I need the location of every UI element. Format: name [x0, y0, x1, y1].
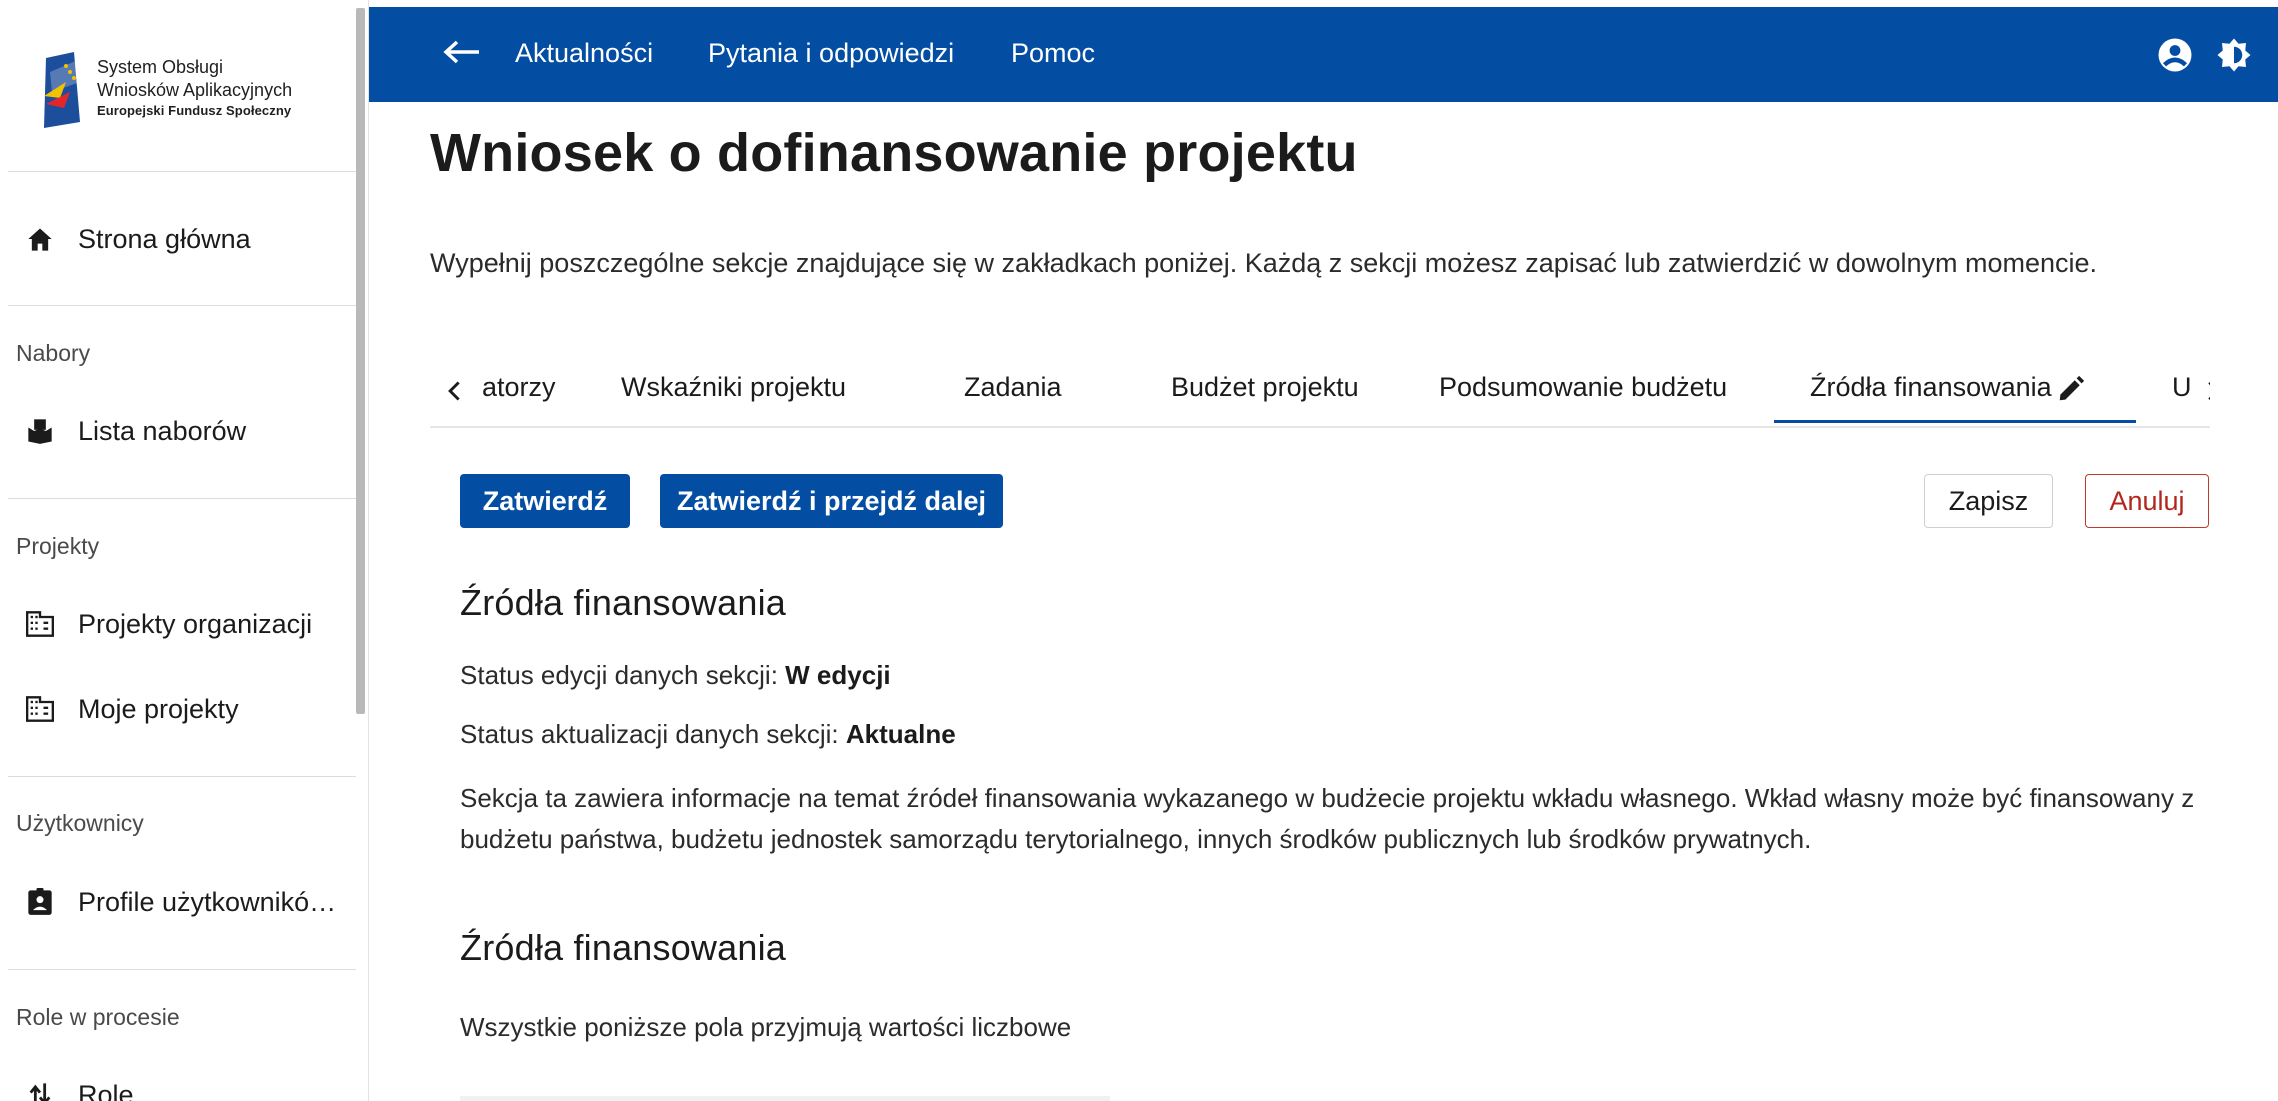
- confirm-button[interactable]: Zatwierdź: [460, 474, 630, 528]
- sidebar-divider: [8, 498, 356, 499]
- tab-label: Źródła finansowania: [1810, 372, 2052, 402]
- sidebar-item-label: Lista naborów: [78, 415, 247, 446]
- active-tab-indicator: [1774, 420, 2136, 423]
- eu-funds-logo: [44, 52, 80, 128]
- sidebar-divider: [8, 969, 356, 970]
- tab-zadania[interactable]: Zadania: [964, 372, 1062, 403]
- sidebar-heading-role: Role w procesie: [16, 1004, 180, 1030]
- subsection-title: Źródła finansowania: [460, 927, 786, 968]
- back-arrow-icon[interactable]: [441, 37, 481, 67]
- tab-budzet[interactable]: Budżet projektu: [1171, 372, 1359, 403]
- sidebar-divider: [8, 776, 356, 777]
- brand[interactable]: System Obsługi Wniosków Aplikacyjnych Eu…: [40, 44, 340, 134]
- sidebar-item-role[interactable]: Role: [0, 1070, 350, 1101]
- brand-line-1: System Obsługi: [97, 57, 224, 77]
- status-update-value: Aktualne: [845, 719, 956, 749]
- pencil-icon: [2059, 375, 2084, 401]
- status-edit: Status edycji danych sekcji: W edycji: [460, 660, 891, 691]
- nav-link-pomoc[interactable]: Pomoc: [1011, 38, 1095, 69]
- input-field-top-edge: [460, 1096, 1110, 1101]
- section-description: Sekcja ta zawiera informacje na temat źr…: [460, 783, 2195, 854]
- building-icon: [24, 608, 56, 640]
- badge-icon: [24, 886, 56, 918]
- sidebar: System Obsługi Wniosków Aplikacyjnych Eu…: [0, 0, 369, 1101]
- subsection-note: Wszystkie poniższe pola przyjmują wartoś…: [460, 1012, 1072, 1042]
- sidebar-divider: [8, 171, 356, 172]
- section-tabs: atorzy Wskaźniki projektu Zadania Budżet…: [430, 360, 2210, 428]
- sidebar-item-label: Projekty organizacji: [78, 608, 313, 639]
- tab-zrodla-finansowania[interactable]: Źródła finansowania: [1810, 372, 2086, 404]
- chevron-right-icon: [2208, 381, 2210, 401]
- tab-partnerzy[interactable]: atorzy: [482, 372, 556, 403]
- brightness-contrast-icon[interactable]: [2216, 37, 2252, 73]
- sidebar-heading-projekty: Projekty: [16, 533, 100, 559]
- sidebar-item-profile-uzytkownikow[interactable]: Profile użytkownikó…: [0, 877, 350, 927]
- tab-wskazniki[interactable]: Wskaźniki projektu: [621, 372, 846, 403]
- page-intro: Wypełnij poszczególne sekcje znajdujące …: [430, 248, 2098, 278]
- sidebar-item-home[interactable]: Strona główna: [0, 214, 350, 264]
- status-edit-label: Status edycji danych sekcji:: [460, 660, 778, 690]
- save-button[interactable]: Zapisz: [1924, 474, 2053, 528]
- top-navigation-bar: Aktualności Pytania i odpowiedzi Pomoc: [369, 7, 2278, 102]
- brand-line-3: Europejski Fundusz Społeczny: [97, 102, 292, 118]
- tab-scroll-left[interactable]: [440, 374, 470, 408]
- sidebar-scrollbar[interactable]: [356, 8, 365, 714]
- sidebar-item-projekty-organizacji[interactable]: Projekty organizacji: [0, 599, 350, 649]
- tab-scroll-right[interactable]: [2198, 374, 2210, 408]
- tab-podsumowanie[interactable]: Podsumowanie budżetu: [1439, 372, 1727, 403]
- sidebar-item-label: Role: [78, 1079, 134, 1101]
- home-icon: [24, 223, 56, 255]
- nav-link-pytania[interactable]: Pytania i odpowiedzi: [708, 38, 954, 69]
- chevron-left-icon: [448, 381, 460, 401]
- brand-text: System Obsługi Wniosków Aplikacyjnych Eu…: [97, 56, 292, 120]
- tab-next-partial[interactable]: U: [2172, 372, 2192, 403]
- cancel-button[interactable]: Anuluj: [2085, 474, 2209, 528]
- swap-icon: [24, 1079, 56, 1101]
- status-update: Status aktualizacji danych sekcji: Aktua…: [460, 719, 956, 750]
- sidebar-heading-nabory: Nabory: [16, 340, 91, 366]
- building-icon: [24, 693, 56, 725]
- sidebar-divider: [8, 305, 356, 306]
- sidebar-item-lista-naborow[interactable]: Lista naborów: [0, 406, 350, 456]
- status-update-label: Status aktualizacji danych sekcji:: [460, 719, 839, 749]
- sidebar-item-moje-projekty[interactable]: Moje projekty: [0, 684, 350, 734]
- sidebar-item-label: Profile użytkownikó…: [78, 886, 337, 917]
- brand-line-2: Wniosków Aplikacyjnych: [97, 80, 293, 101]
- page-title: Wniosek o dofinansowanie projektu: [430, 123, 1358, 183]
- sidebar-item-label: Strona główna: [78, 223, 251, 254]
- status-edit-value: W edycji: [785, 660, 891, 690]
- nav-link-aktualnosci[interactable]: Aktualności: [515, 38, 653, 69]
- section-title: Źródła finansowania: [460, 582, 786, 623]
- sidebar-heading-uzytkownicy: Użytkownicy: [16, 810, 144, 836]
- ballot-box-icon: [24, 415, 56, 447]
- sidebar-item-label: Moje projekty: [78, 693, 239, 724]
- confirm-and-next-button[interactable]: Zatwierdź i przejdź dalej: [660, 474, 1003, 528]
- account-circle-icon[interactable]: [2157, 37, 2193, 73]
